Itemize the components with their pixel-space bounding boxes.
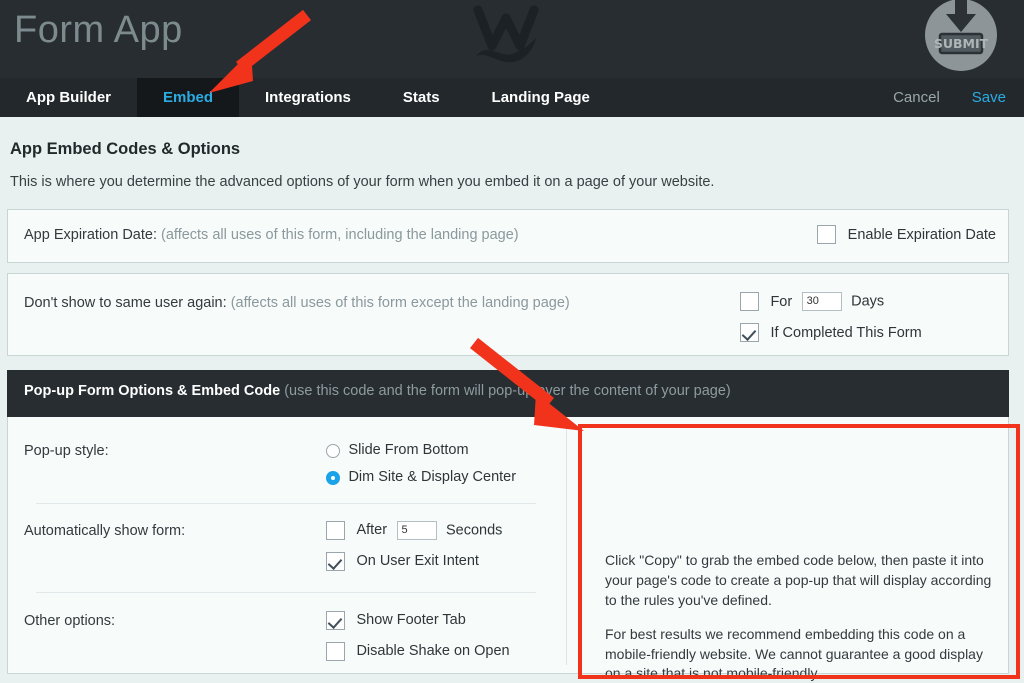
slide-from-bottom-label: Slide From Bottom (348, 442, 469, 459)
page-root: Form App SUBMIT App Builder Embed Integr… (0, 0, 1024, 683)
vertical-divider (566, 425, 567, 665)
expiration-label-main: App Expiration Date: (24, 227, 157, 243)
show-footer-tab-label: Show Footer Tab (356, 612, 466, 629)
save-button[interactable]: Save (956, 78, 1010, 117)
auto-show-option-after[interactable]: After 5 Seconds (326, 517, 502, 544)
after-seconds-checkbox[interactable] (326, 521, 345, 541)
days-input[interactable]: 30 (801, 292, 842, 311)
tab-stats[interactable]: Stats (377, 78, 466, 117)
other-options-list: Show Footer Tab Disable Shake on Open (326, 607, 510, 665)
if-completed-option[interactable]: If Completed This Form (740, 323, 922, 342)
expiration-label: App Expiration Date: (affects all uses o… (24, 227, 519, 243)
for-days-checkbox[interactable] (740, 292, 759, 311)
popup-style-options: Slide From Bottom Dim Site & Display Cen… (326, 437, 516, 491)
disable-shake-label: Disable Shake on Open (356, 643, 510, 660)
enable-expiration-option[interactable]: Enable Expiration Date (817, 225, 996, 244)
page-title: App Embed Codes & Options (10, 140, 241, 158)
for-label: For (770, 293, 793, 310)
tab-app-builder[interactable]: App Builder (0, 78, 137, 117)
highlight-box-embed-code-panel (578, 424, 1020, 679)
dont-show-label-muted: (affects all uses of this form except th… (230, 295, 570, 311)
enable-expiration-checkbox[interactable] (817, 225, 837, 244)
auto-show-options: After 5 Seconds On User Exit Intent (326, 517, 502, 575)
enable-expiration-label: Enable Expiration Date (847, 226, 996, 243)
popup-section-title-main: Pop-up Form Options & Embed Code (24, 383, 281, 399)
top-bar: Form App SUBMIT (0, 0, 1024, 78)
popup-section-title: Pop-up Form Options & Embed Code (use th… (24, 383, 731, 399)
expiration-panel: App Expiration Date: (affects all uses o… (7, 209, 1009, 263)
other-options-label: Other options: (24, 613, 116, 629)
dont-show-panel: Don't show to same user again: (affects … (7, 273, 1009, 356)
expiration-label-muted: (affects all uses of this form, includin… (161, 227, 519, 243)
other-option-disable-shake[interactable]: Disable Shake on Open (326, 638, 510, 665)
slide-from-bottom-radio[interactable] (326, 443, 340, 458)
on-user-exit-intent-label: On User Exit Intent (356, 553, 479, 570)
submit-badge-icon: SUBMIT (925, 0, 997, 71)
tab-embed[interactable]: Embed (137, 78, 240, 117)
popup-style-option-dim[interactable]: Dim Site & Display Center (326, 464, 516, 491)
dim-site-display-center-radio[interactable] (326, 470, 340, 485)
tab-landing-page[interactable]: Landing Page (466, 78, 616, 117)
tab-actions: Cancel Save (877, 78, 1010, 117)
popup-style-label: Pop-up style: (24, 443, 109, 459)
cancel-button[interactable]: Cancel (877, 78, 956, 117)
tab-integrations[interactable]: Integrations (239, 78, 377, 117)
after-label: After (356, 522, 388, 539)
disable-shake-checkbox[interactable] (326, 642, 345, 662)
dont-show-label: Don't show to same user again: (affects … (24, 295, 570, 311)
seconds-input[interactable]: 5 (396, 521, 437, 541)
submit-badge-label: SUBMIT (934, 36, 989, 51)
app-title: Form App (14, 9, 183, 51)
for-days-option[interactable]: For 30 Days (740, 292, 884, 311)
group-divider-1 (36, 503, 536, 504)
dont-show-label-main: Don't show to same user again: (24, 295, 227, 311)
if-completed-label: If Completed This Form (770, 324, 922, 341)
popup-section-header: Pop-up Form Options & Embed Code (use th… (7, 370, 1009, 417)
popup-section-title-muted: (use this code and the form will pop-up … (284, 383, 731, 399)
tab-bar: App Builder Embed Integrations Stats Lan… (0, 78, 1024, 117)
seconds-label: Seconds (445, 522, 503, 539)
days-label: Days (851, 293, 885, 310)
tab-list: App Builder Embed Integrations Stats Lan… (0, 78, 616, 117)
waftio-logo-icon (473, 5, 539, 63)
other-option-footer-tab[interactable]: Show Footer Tab (326, 607, 510, 634)
show-footer-tab-checkbox[interactable] (326, 611, 345, 631)
group-divider-2 (36, 592, 536, 593)
auto-show-label: Automatically show form: (24, 523, 186, 539)
auto-show-option-exit-intent[interactable]: On User Exit Intent (326, 548, 502, 575)
page-description: This is where you determine the advanced… (10, 174, 715, 190)
on-user-exit-intent-checkbox[interactable] (326, 552, 345, 572)
if-completed-checkbox[interactable] (740, 323, 759, 342)
dim-site-display-center-label: Dim Site & Display Center (348, 469, 517, 486)
popup-style-option-slide[interactable]: Slide From Bottom (326, 437, 516, 464)
